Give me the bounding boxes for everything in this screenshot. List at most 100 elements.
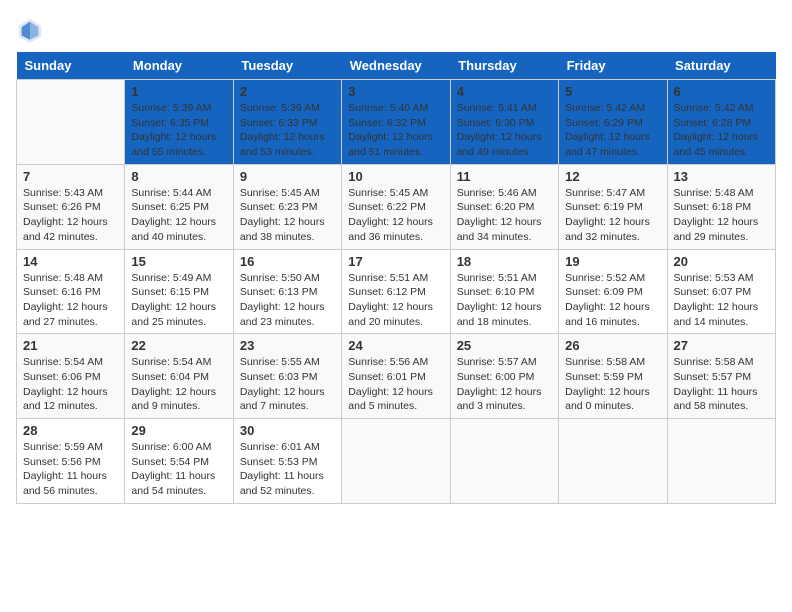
cell-info: Sunrise: 5:58 AMSunset: 5:59 PMDaylight:… bbox=[565, 355, 660, 414]
calendar-cell: 4 Sunrise: 5:41 AMSunset: 6:30 PMDayligh… bbox=[450, 80, 558, 165]
logo-icon bbox=[16, 16, 44, 44]
date-number: 28 bbox=[23, 423, 118, 438]
cell-info: Sunrise: 5:57 AMSunset: 6:00 PMDaylight:… bbox=[457, 355, 552, 414]
calendar-cell: 11 Sunrise: 5:46 AMSunset: 6:20 PMDaylig… bbox=[450, 164, 558, 249]
calendar-cell bbox=[450, 419, 558, 504]
cell-info: Sunrise: 5:52 AMSunset: 6:09 PMDaylight:… bbox=[565, 271, 660, 330]
calendar-cell: 10 Sunrise: 5:45 AMSunset: 6:22 PMDaylig… bbox=[342, 164, 450, 249]
date-number: 21 bbox=[23, 338, 118, 353]
calendar-cell: 27 Sunrise: 5:58 AMSunset: 5:57 PMDaylig… bbox=[667, 334, 775, 419]
calendar-cell bbox=[342, 419, 450, 504]
date-number: 17 bbox=[348, 254, 443, 269]
calendar-cell: 3 Sunrise: 5:40 AMSunset: 6:32 PMDayligh… bbox=[342, 80, 450, 165]
calendar-cell: 28 Sunrise: 5:59 AMSunset: 5:56 PMDaylig… bbox=[17, 419, 125, 504]
cell-info: Sunrise: 5:39 AMSunset: 6:33 PMDaylight:… bbox=[240, 101, 335, 160]
week-row-3: 14 Sunrise: 5:48 AMSunset: 6:16 PMDaylig… bbox=[17, 249, 776, 334]
calendar-cell bbox=[667, 419, 775, 504]
day-header-monday: Monday bbox=[125, 52, 233, 80]
cell-info: Sunrise: 5:40 AMSunset: 6:32 PMDaylight:… bbox=[348, 101, 443, 160]
cell-info: Sunrise: 5:49 AMSunset: 6:15 PMDaylight:… bbox=[131, 271, 226, 330]
date-number: 24 bbox=[348, 338, 443, 353]
date-number: 7 bbox=[23, 169, 118, 184]
calendar-cell: 7 Sunrise: 5:43 AMSunset: 6:26 PMDayligh… bbox=[17, 164, 125, 249]
date-number: 29 bbox=[131, 423, 226, 438]
calendar-cell: 12 Sunrise: 5:47 AMSunset: 6:19 PMDaylig… bbox=[559, 164, 667, 249]
calendar-cell: 18 Sunrise: 5:51 AMSunset: 6:10 PMDaylig… bbox=[450, 249, 558, 334]
calendar-cell: 14 Sunrise: 5:48 AMSunset: 6:16 PMDaylig… bbox=[17, 249, 125, 334]
cell-info: Sunrise: 5:54 AMSunset: 6:04 PMDaylight:… bbox=[131, 355, 226, 414]
date-number: 16 bbox=[240, 254, 335, 269]
calendar-cell: 2 Sunrise: 5:39 AMSunset: 6:33 PMDayligh… bbox=[233, 80, 341, 165]
cell-info: Sunrise: 5:54 AMSunset: 6:06 PMDaylight:… bbox=[23, 355, 118, 414]
date-number: 10 bbox=[348, 169, 443, 184]
calendar-cell bbox=[17, 80, 125, 165]
cell-info: Sunrise: 5:41 AMSunset: 6:30 PMDaylight:… bbox=[457, 101, 552, 160]
calendar-cell: 17 Sunrise: 5:51 AMSunset: 6:12 PMDaylig… bbox=[342, 249, 450, 334]
week-row-1: 1 Sunrise: 5:39 AMSunset: 6:35 PMDayligh… bbox=[17, 80, 776, 165]
calendar-cell: 1 Sunrise: 5:39 AMSunset: 6:35 PMDayligh… bbox=[125, 80, 233, 165]
date-number: 2 bbox=[240, 84, 335, 99]
day-header-friday: Friday bbox=[559, 52, 667, 80]
date-number: 18 bbox=[457, 254, 552, 269]
calendar-cell: 24 Sunrise: 5:56 AMSunset: 6:01 PMDaylig… bbox=[342, 334, 450, 419]
date-number: 15 bbox=[131, 254, 226, 269]
week-row-4: 21 Sunrise: 5:54 AMSunset: 6:06 PMDaylig… bbox=[17, 334, 776, 419]
day-header-thursday: Thursday bbox=[450, 52, 558, 80]
calendar-cell bbox=[559, 419, 667, 504]
date-number: 20 bbox=[674, 254, 769, 269]
date-number: 23 bbox=[240, 338, 335, 353]
week-row-2: 7 Sunrise: 5:43 AMSunset: 6:26 PMDayligh… bbox=[17, 164, 776, 249]
date-number: 22 bbox=[131, 338, 226, 353]
week-row-5: 28 Sunrise: 5:59 AMSunset: 5:56 PMDaylig… bbox=[17, 419, 776, 504]
date-number: 25 bbox=[457, 338, 552, 353]
cell-info: Sunrise: 5:55 AMSunset: 6:03 PMDaylight:… bbox=[240, 355, 335, 414]
date-number: 6 bbox=[674, 84, 769, 99]
calendar-table: SundayMondayTuesdayWednesdayThursdayFrid… bbox=[16, 52, 776, 504]
date-number: 26 bbox=[565, 338, 660, 353]
cell-info: Sunrise: 5:45 AMSunset: 6:23 PMDaylight:… bbox=[240, 186, 335, 245]
date-number: 11 bbox=[457, 169, 552, 184]
calendar-cell: 23 Sunrise: 5:55 AMSunset: 6:03 PMDaylig… bbox=[233, 334, 341, 419]
date-number: 1 bbox=[131, 84, 226, 99]
calendar-cell: 22 Sunrise: 5:54 AMSunset: 6:04 PMDaylig… bbox=[125, 334, 233, 419]
cell-info: Sunrise: 5:50 AMSunset: 6:13 PMDaylight:… bbox=[240, 271, 335, 330]
date-number: 14 bbox=[23, 254, 118, 269]
calendar-cell: 25 Sunrise: 5:57 AMSunset: 6:00 PMDaylig… bbox=[450, 334, 558, 419]
date-number: 5 bbox=[565, 84, 660, 99]
cell-info: Sunrise: 5:43 AMSunset: 6:26 PMDaylight:… bbox=[23, 186, 118, 245]
calendar-cell: 30 Sunrise: 6:01 AMSunset: 5:53 PMDaylig… bbox=[233, 419, 341, 504]
date-number: 12 bbox=[565, 169, 660, 184]
calendar-cell: 29 Sunrise: 6:00 AMSunset: 5:54 PMDaylig… bbox=[125, 419, 233, 504]
calendar-cell: 6 Sunrise: 5:42 AMSunset: 6:28 PMDayligh… bbox=[667, 80, 775, 165]
day-header-tuesday: Tuesday bbox=[233, 52, 341, 80]
day-header-saturday: Saturday bbox=[667, 52, 775, 80]
cell-info: Sunrise: 5:46 AMSunset: 6:20 PMDaylight:… bbox=[457, 186, 552, 245]
cell-info: Sunrise: 5:51 AMSunset: 6:10 PMDaylight:… bbox=[457, 271, 552, 330]
header-row: SundayMondayTuesdayWednesdayThursdayFrid… bbox=[17, 52, 776, 80]
logo bbox=[16, 16, 52, 44]
cell-info: Sunrise: 5:39 AMSunset: 6:35 PMDaylight:… bbox=[131, 101, 226, 160]
date-number: 9 bbox=[240, 169, 335, 184]
page-header bbox=[16, 16, 776, 44]
cell-info: Sunrise: 5:45 AMSunset: 6:22 PMDaylight:… bbox=[348, 186, 443, 245]
cell-info: Sunrise: 5:42 AMSunset: 6:28 PMDaylight:… bbox=[674, 101, 769, 160]
calendar-cell: 9 Sunrise: 5:45 AMSunset: 6:23 PMDayligh… bbox=[233, 164, 341, 249]
date-number: 30 bbox=[240, 423, 335, 438]
cell-info: Sunrise: 5:53 AMSunset: 6:07 PMDaylight:… bbox=[674, 271, 769, 330]
calendar-cell: 8 Sunrise: 5:44 AMSunset: 6:25 PMDayligh… bbox=[125, 164, 233, 249]
cell-info: Sunrise: 5:42 AMSunset: 6:29 PMDaylight:… bbox=[565, 101, 660, 160]
calendar-cell: 19 Sunrise: 5:52 AMSunset: 6:09 PMDaylig… bbox=[559, 249, 667, 334]
cell-info: Sunrise: 5:44 AMSunset: 6:25 PMDaylight:… bbox=[131, 186, 226, 245]
calendar-cell: 5 Sunrise: 5:42 AMSunset: 6:29 PMDayligh… bbox=[559, 80, 667, 165]
date-number: 4 bbox=[457, 84, 552, 99]
calendar-cell: 16 Sunrise: 5:50 AMSunset: 6:13 PMDaylig… bbox=[233, 249, 341, 334]
calendar-cell: 13 Sunrise: 5:48 AMSunset: 6:18 PMDaylig… bbox=[667, 164, 775, 249]
cell-info: Sunrise: 5:48 AMSunset: 6:18 PMDaylight:… bbox=[674, 186, 769, 245]
calendar-cell: 15 Sunrise: 5:49 AMSunset: 6:15 PMDaylig… bbox=[125, 249, 233, 334]
cell-info: Sunrise: 6:01 AMSunset: 5:53 PMDaylight:… bbox=[240, 440, 335, 499]
date-number: 13 bbox=[674, 169, 769, 184]
cell-info: Sunrise: 5:47 AMSunset: 6:19 PMDaylight:… bbox=[565, 186, 660, 245]
day-header-sunday: Sunday bbox=[17, 52, 125, 80]
calendar-cell: 20 Sunrise: 5:53 AMSunset: 6:07 PMDaylig… bbox=[667, 249, 775, 334]
calendar-cell: 21 Sunrise: 5:54 AMSunset: 6:06 PMDaylig… bbox=[17, 334, 125, 419]
